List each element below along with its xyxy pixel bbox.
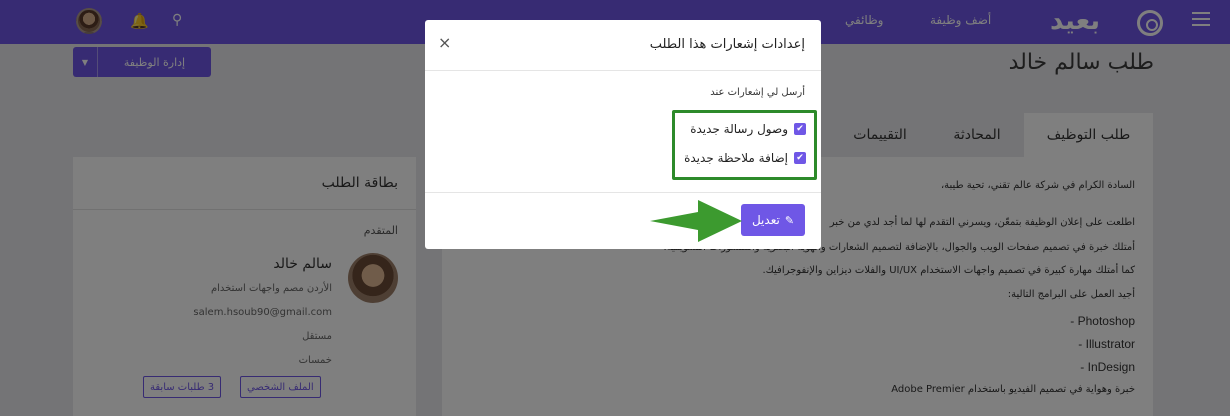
option-label: إضافة ملاحظة جديدة: [684, 151, 788, 165]
notification-settings-modal: إعدادات إشعارات هذا الطلب × أرسل لي إشعا…: [425, 20, 821, 249]
option-new-note[interactable]: ✔ إضافة ملاحظة جديدة: [684, 151, 806, 165]
highlight-box: ✔ وصول رسالة جديدة ✔ إضافة ملاحظة جديدة: [672, 110, 817, 180]
arrow-icon: [650, 200, 742, 242]
modal-title: إعدادات إشعارات هذا الطلب: [649, 37, 805, 52]
modal-description: أرسل لي إشعارات عند: [710, 87, 805, 98]
edit-button-label: تعديل: [751, 213, 780, 227]
close-icon[interactable]: ×: [438, 33, 451, 52]
option-label: وصول رسالة جديدة: [690, 122, 788, 136]
modal-header: إعدادات إشعارات هذا الطلب ×: [425, 20, 821, 71]
edit-button[interactable]: ✎ تعديل: [741, 204, 805, 236]
divider: [425, 192, 821, 193]
pencil-icon: ✎: [784, 213, 795, 227]
checkbox-checked-icon[interactable]: ✔: [794, 152, 806, 164]
option-new-message[interactable]: ✔ وصول رسالة جديدة: [690, 122, 806, 136]
checkbox-checked-icon[interactable]: ✔: [794, 123, 806, 135]
